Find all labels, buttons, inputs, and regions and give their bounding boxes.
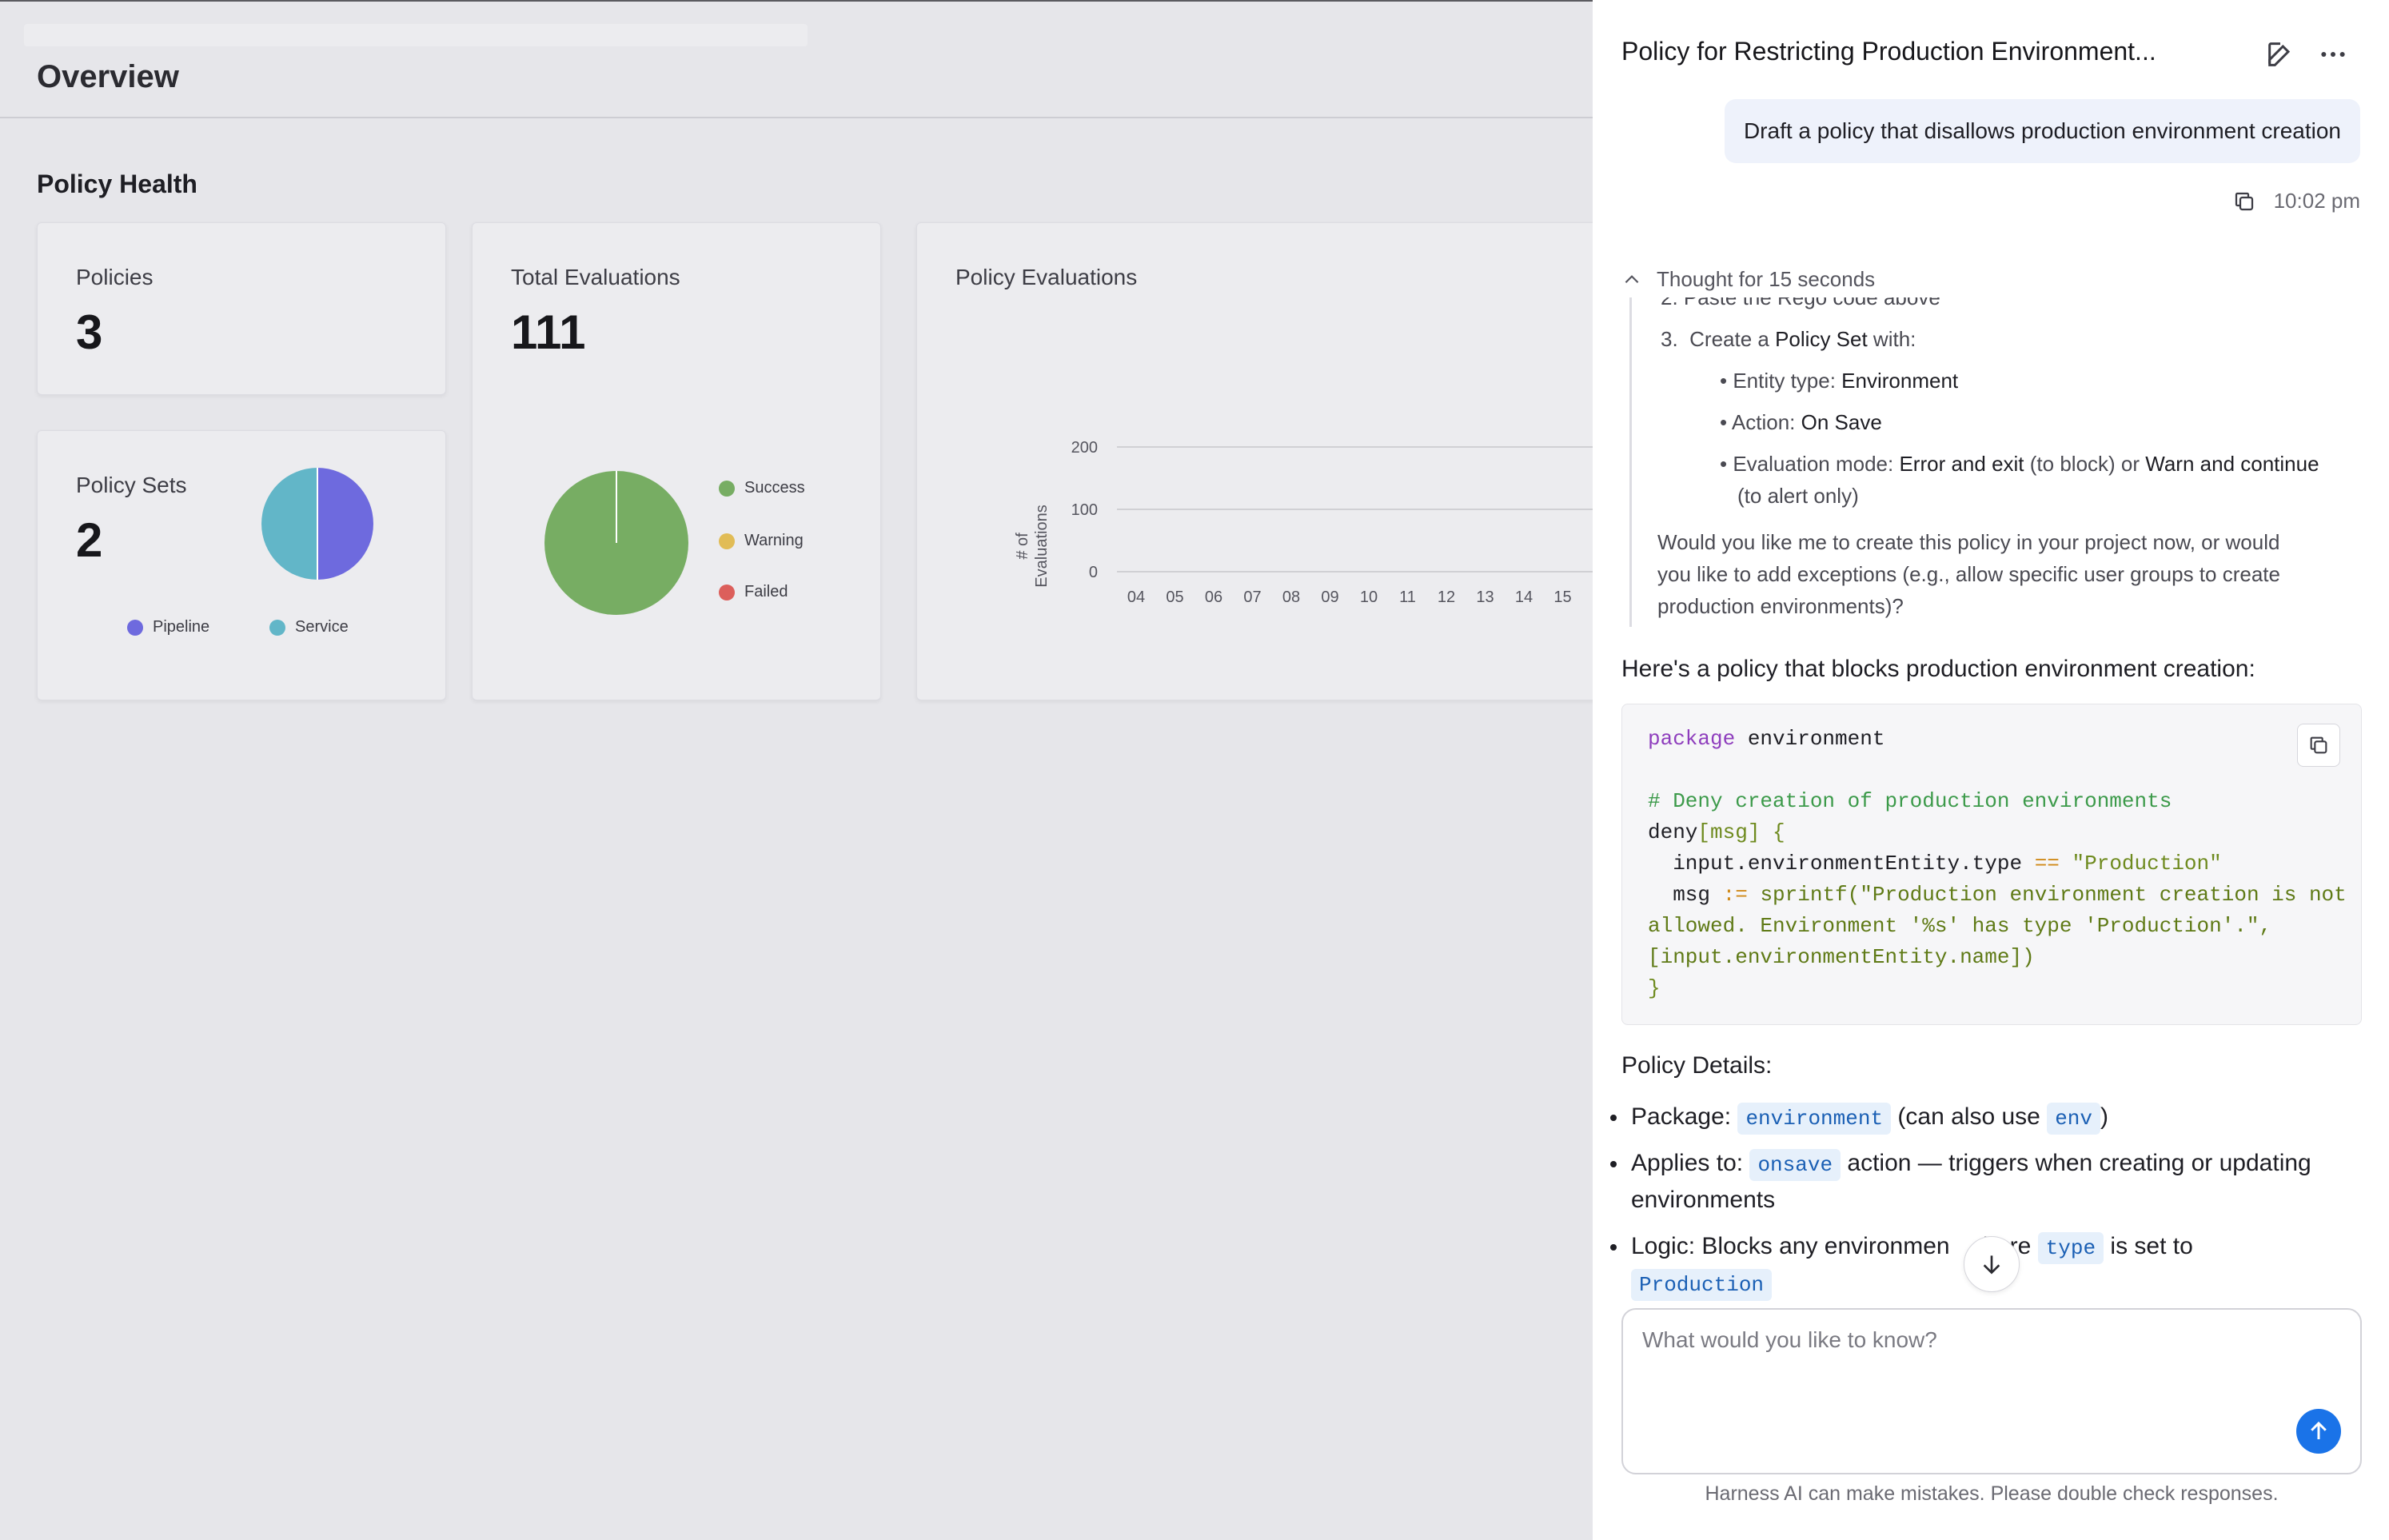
x-tick-label: 11 xyxy=(1399,588,1416,606)
copy-code-button[interactable] xyxy=(2297,724,2340,767)
chat-input-box[interactable] xyxy=(1621,1308,2362,1474)
code-block: package environment # Deny creation of p… xyxy=(1621,704,2362,1025)
x-tick-label: 13 xyxy=(1476,588,1494,606)
step-3: 3. Create a Policy Set with: xyxy=(1661,327,1916,351)
legend-item-pipeline[interactable]: Pipeline xyxy=(127,618,209,636)
x-tick-label: 08 xyxy=(1282,588,1300,606)
legend-item-failed[interactable]: Failed xyxy=(719,583,788,601)
code-comment: # Deny creation of production environmen… xyxy=(1648,789,2172,813)
bullet-action: • Action: On Save xyxy=(1720,410,1882,434)
edit-icon[interactable] xyxy=(2264,38,2296,70)
user-message: Draft a policy that disallows production… xyxy=(1724,99,2360,163)
legend-dot-service xyxy=(269,619,285,636)
card-label: Policy Evaluations xyxy=(955,265,1138,289)
legend-label: Failed xyxy=(744,583,788,600)
x-tick-label: 15 xyxy=(1553,588,1571,606)
arrow-down-icon xyxy=(1983,1255,2000,1275)
code-line: allowed. Environment '%s' has type 'Prod… xyxy=(1648,914,2272,938)
x-tick-label: 05 xyxy=(1166,588,1183,606)
card-label: Policies xyxy=(76,265,154,289)
policy-evaluations-chart: # of Evaluations 200 100 0 04 05 06 07 08 09 10 11… xyxy=(1014,439,1637,606)
pie-slice-pipeline[interactable] xyxy=(317,468,373,580)
y-axis-label-line2: Evaluations xyxy=(1033,505,1051,587)
x-tick-label: 04 xyxy=(1127,588,1145,606)
legend-dot-warning xyxy=(719,533,735,549)
legend-item-warning[interactable]: Warning xyxy=(719,532,804,550)
card-value: 3 xyxy=(76,305,103,359)
total-evaluations-pie-chart xyxy=(544,471,688,615)
arrow-up-icon xyxy=(2311,1421,2327,1439)
card-value: 111 xyxy=(511,305,586,359)
thought-toggle[interactable]: Thought for 15 seconds xyxy=(1621,267,1875,292)
copy-icon xyxy=(2310,736,2327,754)
bullet-entity-type: • Entity type: Environment xyxy=(1720,369,1959,393)
card-label: Policy Sets xyxy=(76,473,187,497)
more-options-icon[interactable] xyxy=(2317,38,2349,70)
message-time: 10:02 pm xyxy=(2273,189,2360,213)
code-line: [input.environmentEntity.name]) xyxy=(1648,945,2035,969)
send-button[interactable] xyxy=(2296,1409,2341,1454)
copy-icon[interactable] xyxy=(2232,190,2256,213)
legend-label: Success xyxy=(744,479,805,497)
code-line: package environment xyxy=(1648,727,1885,751)
policy-sets-card[interactable]: Policy Sets 2 Pipeline Service xyxy=(37,430,446,700)
y-tick-label: 200 xyxy=(1071,439,1098,457)
detail-applies-to: Applies to: onsave action — triggers whe… xyxy=(1610,1145,2335,1219)
code-line: deny[msg] { xyxy=(1648,820,1785,844)
code-chip: onsave xyxy=(1749,1149,1841,1181)
chevron-up-icon xyxy=(1621,269,1642,290)
disclaimer: Harness AI can make mistakes. Please dou… xyxy=(1705,1482,2279,1505)
code-line: input.environmentEntity.type == "Product… xyxy=(1648,852,2222,876)
step-2: 2. Paste the Rego code above xyxy=(1661,297,1940,309)
legend-item-service[interactable]: Service xyxy=(269,618,349,636)
x-tick-label: 10 xyxy=(1360,588,1378,606)
y-tick-label: 0 xyxy=(1089,564,1098,581)
details-title: Policy Details: xyxy=(1621,1052,1773,1079)
page-title: Overview xyxy=(37,59,179,94)
thinking-question: Would you like me to create this policy … xyxy=(1657,530,2280,618)
thinking-content: 2. Paste the Rego code above 3. Create a… xyxy=(1629,297,2368,627)
answer-intro: Here's a policy that blocks production e… xyxy=(1621,656,2255,682)
policies-card[interactable]: Policies 3 xyxy=(37,222,446,395)
bullet-evaluation-mode: • Evaluation mode: Error and exit (to bl… xyxy=(1720,452,2319,476)
ai-chat-panel: Policy for Restricting Production Enviro… xyxy=(1593,0,2389,1540)
card-value: 2 xyxy=(76,513,103,567)
total-evaluations-card[interactable]: Total Evaluations 111 Success Warning Fa… xyxy=(472,222,881,700)
legend-label: Pipeline xyxy=(153,618,210,636)
code-line: } xyxy=(1648,976,1661,1000)
x-tick-label: 06 xyxy=(1205,588,1222,606)
thought-label: Thought for 15 seconds xyxy=(1657,267,1876,291)
section-title: Policy Health xyxy=(37,170,197,198)
header-divider xyxy=(0,117,1593,118)
code-chip: env xyxy=(2047,1103,2101,1135)
code-line: msg := sprintf("Production environment c… xyxy=(1648,883,2347,907)
legend-label: Service xyxy=(295,618,349,636)
legend-label: Warning xyxy=(744,532,804,549)
message-meta: 10:02 pm xyxy=(2232,189,2360,213)
chat-input[interactable] xyxy=(1642,1327,2314,1353)
code-chip: environment xyxy=(1737,1103,1892,1135)
policy-evaluations-card[interactable]: Policy Evaluations # of Evaluations 200 1… xyxy=(916,222,1637,700)
policy-sets-pie-chart xyxy=(261,468,373,580)
code-chip: Production xyxy=(1631,1269,1773,1301)
legend-dot-failed xyxy=(719,584,735,600)
legend-dot-success xyxy=(719,480,735,497)
chat-title: Policy for Restricting Production Enviro… xyxy=(1621,37,2156,66)
x-tick-label: 09 xyxy=(1321,588,1338,606)
bullet-evaluation-mode-cont: (to alert only) xyxy=(1737,484,1859,508)
card-label: Total Evaluations xyxy=(511,265,680,289)
legend-dot-pipeline xyxy=(127,619,143,636)
y-tick-label: 100 xyxy=(1071,501,1098,519)
code-chip: type xyxy=(2037,1232,2104,1264)
detail-package: Package: environment (can also use env) xyxy=(1610,1099,2335,1135)
header-strip xyxy=(24,24,808,46)
x-tick-label: 07 xyxy=(1243,588,1261,606)
y-axis-label: # of xyxy=(1014,533,1031,560)
legend-item-success[interactable]: Success xyxy=(719,479,805,497)
x-tick-label: 12 xyxy=(1438,588,1455,606)
x-tick-label: 14 xyxy=(1515,588,1533,606)
scroll-down-button[interactable] xyxy=(1964,1236,2020,1292)
pie-slice-service[interactable] xyxy=(261,468,317,580)
